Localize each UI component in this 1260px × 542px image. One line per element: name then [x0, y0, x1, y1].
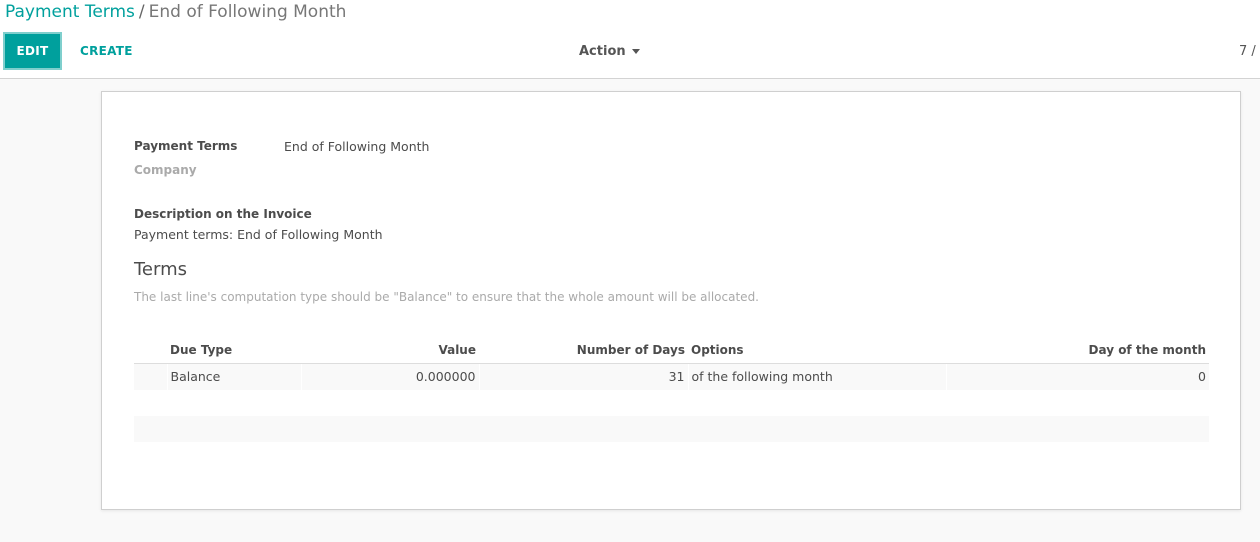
- breadcrumb-payment-terms-link[interactable]: Payment Terms: [5, 2, 135, 22]
- breadcrumb: Payment Terms / End of Following Month: [5, 1, 346, 23]
- column-header-options[interactable]: Options: [688, 338, 946, 364]
- create-button[interactable]: CREATE: [72, 32, 141, 70]
- company-label: Company: [134, 163, 197, 177]
- terms-section-title: Terms: [134, 259, 188, 280]
- payment-terms-label: Payment Terms: [134, 139, 238, 153]
- table-row[interactable]: Balance 0.000000 31 of the following mon…: [134, 363, 1209, 390]
- terms-table: Due Type Value Number of Days Options Da…: [134, 338, 1209, 390]
- terms-table-header: Due Type Value Number of Days Options Da…: [134, 338, 1209, 364]
- action-dropdown[interactable]: Action: [579, 32, 640, 70]
- form-sheet: Payment Terms End of Following Month Com…: [101, 91, 1241, 510]
- cell-options: of the following month: [687, 363, 946, 390]
- row-handle: [134, 363, 167, 390]
- cell-day-of-month: 0: [945, 363, 1209, 390]
- description-value: Payment terms: End of Following Month: [134, 227, 383, 242]
- column-header-number-of-days[interactable]: Number of Days: [479, 338, 688, 364]
- handle-column-header: [134, 338, 167, 364]
- pager-counter[interactable]: 7 / 9: [1239, 32, 1260, 70]
- payment-terms-value: End of Following Month: [284, 139, 430, 154]
- breadcrumb-separator: /: [138, 2, 145, 22]
- edit-button[interactable]: EDIT: [3, 32, 62, 70]
- column-header-value[interactable]: Value: [301, 338, 479, 364]
- column-header-day-of-month[interactable]: Day of the month: [946, 338, 1209, 364]
- column-header-due-type[interactable]: Due Type: [167, 338, 301, 364]
- breadcrumb-current: End of Following Month: [148, 2, 347, 22]
- action-dropdown-label: Action: [579, 43, 626, 59]
- terms-help-text: The last line's computation type should …: [134, 290, 759, 304]
- caret-down-icon: [631, 48, 640, 54]
- cell-value: 0.000000: [300, 363, 479, 390]
- empty-table-row: [134, 416, 1209, 442]
- cell-number-of-days: 31: [478, 363, 688, 390]
- control-panel: Payment Terms / End of Following Month EDI…: [0, 0, 1260, 79]
- description-label: Description on the Invoice: [134, 207, 312, 221]
- cell-due-type: Balance: [166, 363, 301, 390]
